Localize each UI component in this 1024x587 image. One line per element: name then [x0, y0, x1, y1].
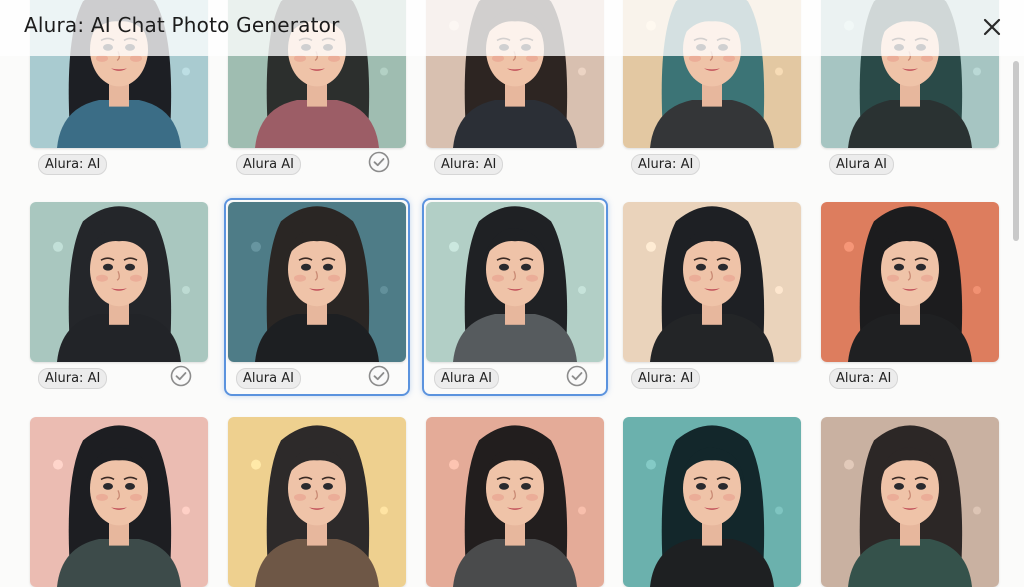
scrollbar-thumb[interactable]: [1013, 61, 1019, 241]
portrait-image: [228, 202, 406, 362]
photo-thumbnail[interactable]: [228, 417, 406, 587]
card-footer: Alura AI: [821, 148, 999, 178]
portrait-image: [426, 417, 604, 587]
photo-thumbnail[interactable]: [821, 417, 999, 587]
scrollbar[interactable]: [1012, 56, 1020, 576]
card-footer: Alura: AI: [821, 362, 999, 392]
check-circle-icon[interactable]: [368, 365, 390, 387]
photo-card[interactable]: [426, 417, 604, 587]
portrait-image: [30, 202, 208, 362]
model-badge: Alura: AI: [631, 368, 701, 389]
card-footer: Alura: AI: [30, 362, 208, 392]
card-footer: Alura: AI: [30, 148, 208, 178]
photo-card[interactable]: [821, 417, 999, 587]
portrait-image: [30, 417, 208, 587]
portrait-image: [821, 417, 999, 587]
model-badge: Alura: AI: [631, 154, 701, 175]
portrait-image: [623, 417, 801, 587]
photo-thumbnail[interactable]: [30, 202, 208, 362]
model-badge: Alura: AI: [38, 368, 108, 389]
model-badge: Alura: AI: [829, 368, 899, 389]
title-bar: Alura: AI Chat Photo Generator: [0, 0, 1024, 56]
card-footer: Alura AI: [228, 362, 406, 392]
model-badge: Alura AI: [434, 368, 499, 389]
photo-thumbnail[interactable]: [426, 417, 604, 587]
photo-thumbnail[interactable]: [426, 202, 604, 362]
photo-card[interactable]: Alura: AI: [821, 202, 999, 392]
window-title: Alura: AI Chat Photo Generator: [24, 13, 340, 37]
photo-card[interactable]: [30, 417, 208, 587]
photo-thumbnail[interactable]: [821, 202, 999, 362]
photo-thumbnail[interactable]: [623, 417, 801, 587]
photo-thumbnail[interactable]: [623, 202, 801, 362]
check-circle-icon[interactable]: [170, 365, 192, 387]
card-footer: Alura AI: [228, 148, 406, 178]
close-icon: [983, 18, 1001, 36]
card-footer: Alura: AI: [623, 362, 801, 392]
portrait-image: [821, 202, 999, 362]
photo-card[interactable]: [228, 417, 406, 587]
portrait-image: [623, 202, 801, 362]
model-badge: Alura AI: [236, 154, 301, 175]
photo-card[interactable]: Alura AI: [422, 198, 608, 396]
close-button[interactable]: [978, 13, 1006, 41]
portrait-image: [228, 417, 406, 587]
model-badge: Alura: AI: [38, 154, 108, 175]
card-footer: Alura: AI: [426, 148, 604, 178]
photo-card[interactable]: Alura: AI: [30, 202, 208, 392]
card-footer: Alura: AI: [623, 148, 801, 178]
photo-card[interactable]: [623, 417, 801, 587]
model-badge: Alura AI: [829, 154, 894, 175]
check-circle-icon[interactable]: [368, 151, 390, 173]
photo-thumbnail[interactable]: [228, 202, 406, 362]
check-circle-icon[interactable]: [566, 365, 588, 387]
photo-card[interactable]: Alura AI: [224, 198, 410, 396]
model-badge: Alura: AI: [434, 154, 504, 175]
card-footer: Alura AI: [426, 362, 604, 392]
portrait-image: [426, 202, 604, 362]
photo-thumbnail[interactable]: [30, 417, 208, 587]
photo-card[interactable]: Alura: AI: [623, 202, 801, 392]
model-badge: Alura AI: [236, 368, 301, 389]
